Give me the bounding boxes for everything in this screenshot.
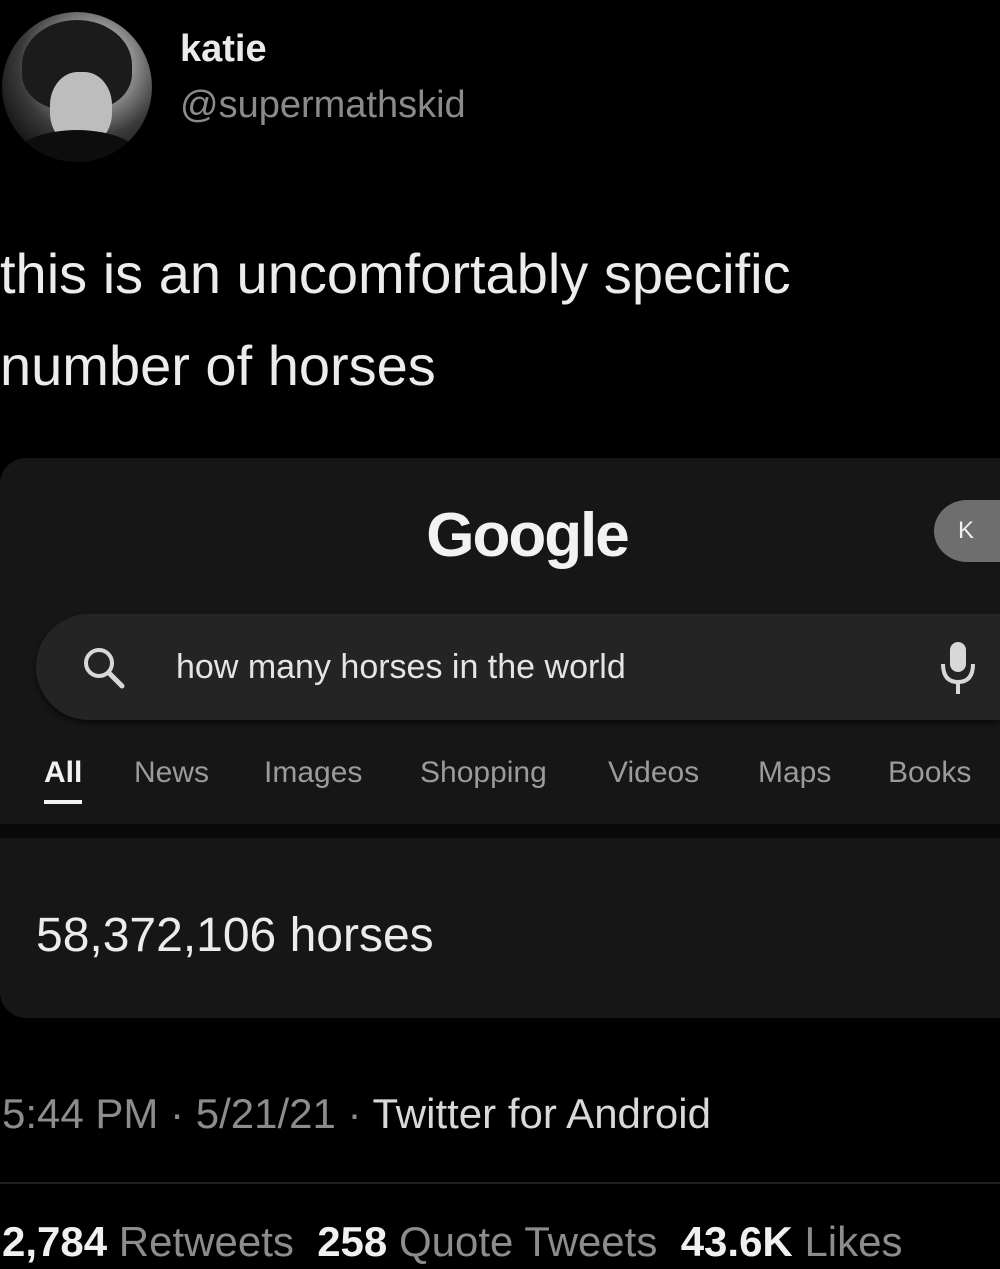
google-logo: Google: [426, 501, 630, 570]
meta-separator: ·: [158, 1090, 196, 1137]
likes-link[interactable]: 43.6K Likes: [681, 1218, 903, 1265]
quote-tweets-link[interactable]: 258 Quote Tweets: [317, 1218, 657, 1265]
tweet-time: 5:44 PM: [2, 1090, 159, 1137]
tab-videos: Videos: [608, 756, 700, 789]
quote-tweets-count: 258: [317, 1218, 388, 1265]
likes-label: Likes: [804, 1218, 903, 1265]
display-name[interactable]: katie: [180, 28, 267, 71]
search-answer: 58,372,106 horses: [36, 909, 434, 962]
tweet-date: 5/21/21: [195, 1090, 336, 1137]
account-avatar: K: [934, 500, 1000, 562]
tweet-meta: 5:44 PM · 5/21/21 · Twitter for Android: [2, 1090, 711, 1138]
microphone-icon: [941, 642, 975, 694]
user-handle[interactable]: @supermathskid: [180, 84, 466, 127]
tab-shopping: Shopping: [420, 756, 547, 789]
quote-tweets-label: Quote Tweets: [398, 1218, 658, 1265]
avatar-shoulders: [12, 130, 142, 162]
tab-books: Books: [888, 756, 972, 789]
tweet-text: this is an uncomfortably specific number…: [0, 242, 791, 397]
card-divider: [0, 824, 1000, 838]
retweets-count: 2,784: [2, 1218, 108, 1265]
retweets-label: Retweets: [118, 1218, 294, 1265]
retweets-link[interactable]: 2,784 Retweets: [2, 1218, 294, 1265]
search-input: how many horses in the world: [176, 648, 626, 686]
avatar[interactable]: [2, 12, 152, 162]
tweet-stats: 2,784 Retweets 258 Quote Tweets 43.6K Li…: [2, 1218, 903, 1266]
search-tabs: All News Images Shopping Videos Maps Boo…: [0, 756, 1000, 816]
tab-news: News: [134, 756, 210, 789]
likes-count: 43.6K: [680, 1218, 793, 1265]
tab-all: All: [44, 756, 83, 804]
search-icon: [84, 648, 125, 689]
tab-maps: Maps: [758, 756, 832, 789]
tab-images: Images: [264, 756, 363, 789]
meta-separator: ·: [335, 1090, 373, 1137]
search-bar: how many horses in the world: [36, 614, 1000, 720]
divider: [0, 1182, 1000, 1184]
tweet-source[interactable]: Twitter for Android: [372, 1090, 710, 1137]
